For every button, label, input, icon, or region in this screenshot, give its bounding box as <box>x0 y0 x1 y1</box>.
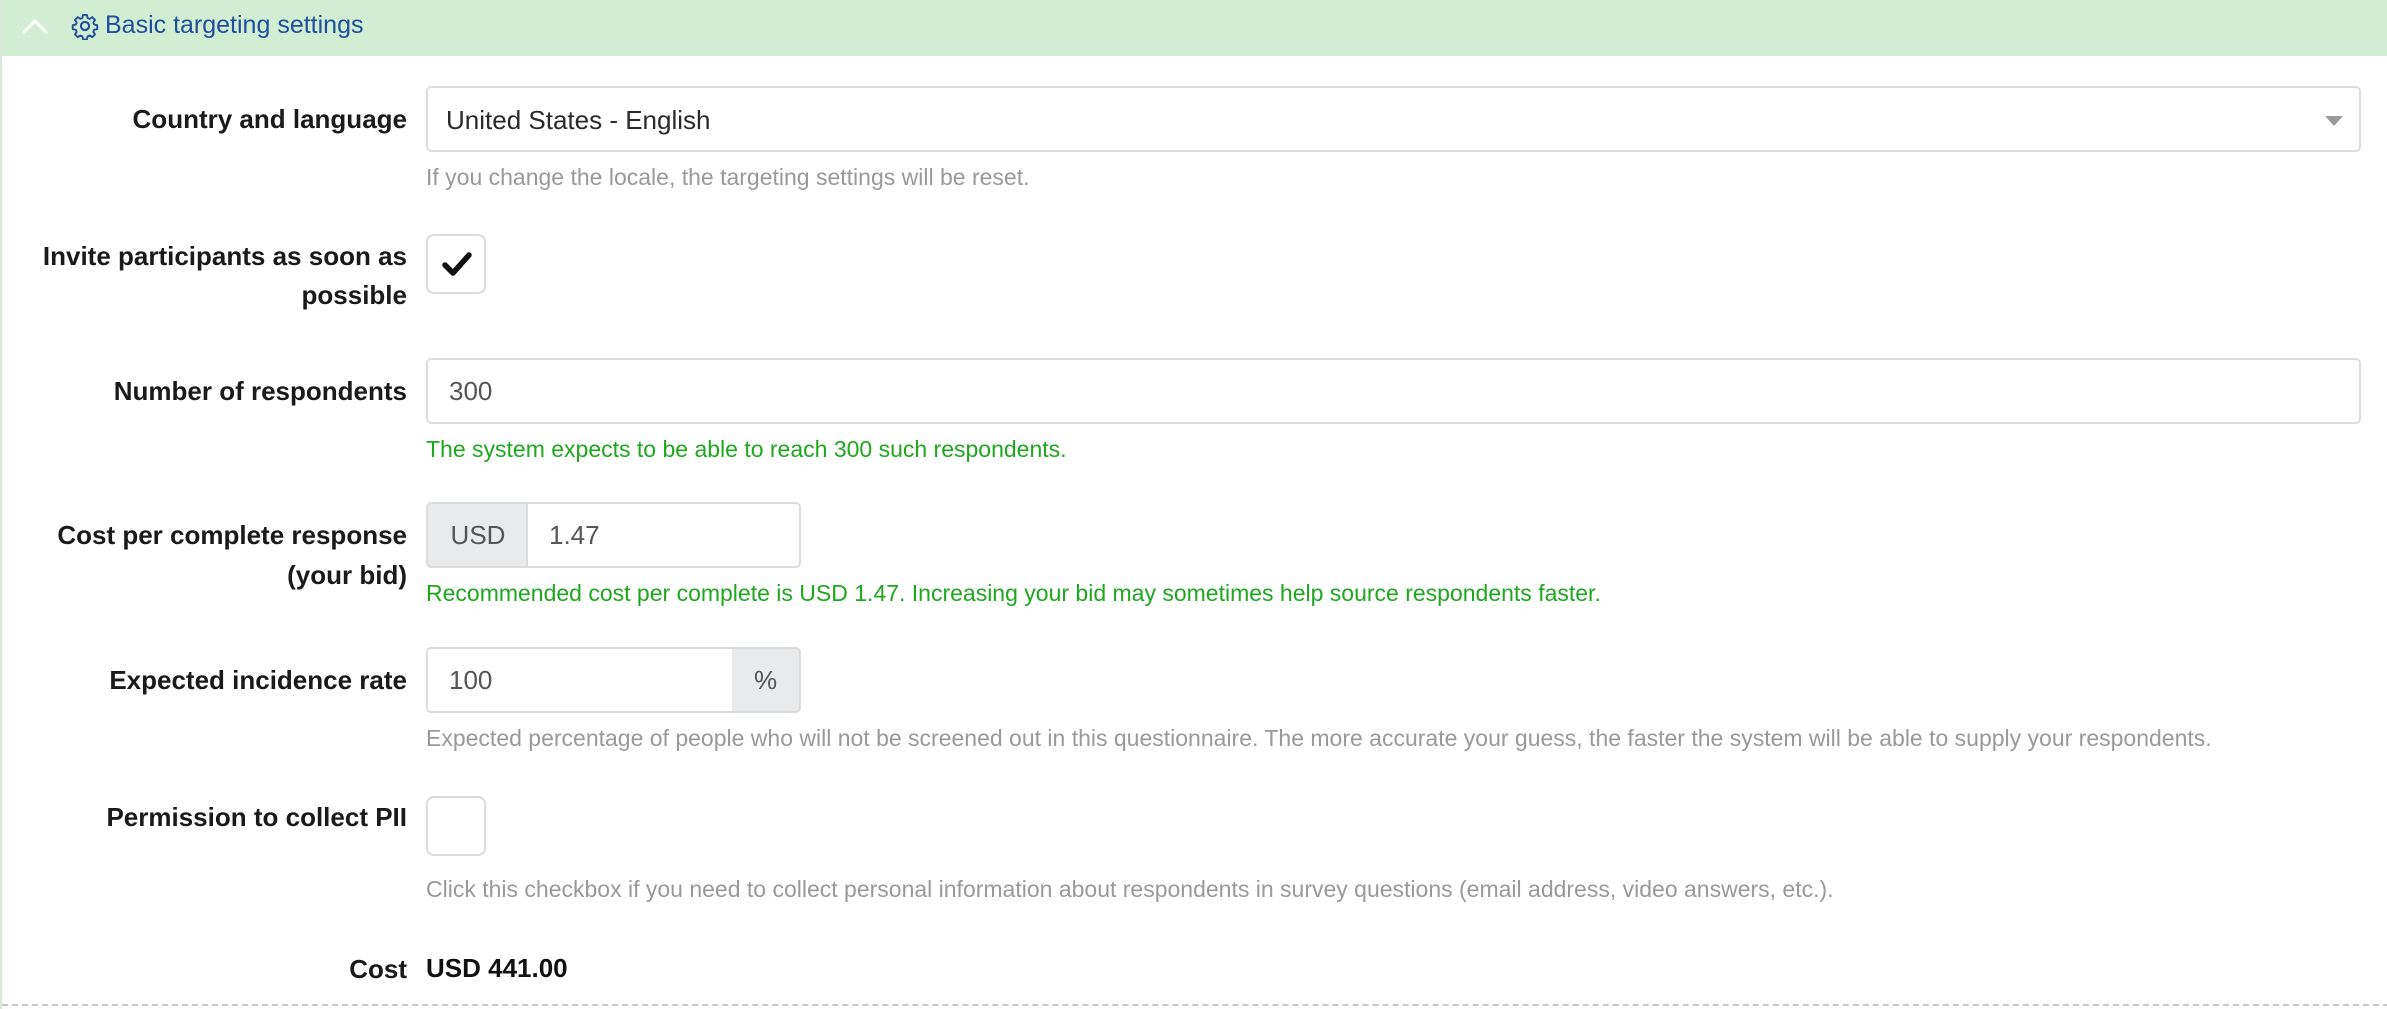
section-header[interactable]: Basic targeting settings <box>2 0 2387 56</box>
cost-per-complete-label-line1: Cost per complete response <box>57 520 407 550</box>
cost-value: USD 441.00 <box>426 953 568 983</box>
respondents-input[interactable] <box>426 358 2361 424</box>
percent-addon: % <box>732 647 801 713</box>
incidence-rate-input[interactable] <box>426 647 734 713</box>
incidence-rate-label: Expected incidence rate <box>109 665 407 695</box>
chevron-down-icon <box>2325 116 2343 126</box>
pii-checkbox[interactable] <box>426 796 486 856</box>
cost-label: Cost <box>349 954 407 984</box>
respondents-label: Number of respondents <box>113 376 407 406</box>
section-title[interactable]: Basic targeting settings <box>105 10 363 40</box>
country-language-label: Country and language <box>132 104 407 134</box>
country-language-help: If you change the locale, the targeting … <box>426 164 1030 190</box>
section-divider <box>2 1004 2387 1006</box>
country-language-select[interactable]: United States - English <box>426 86 2361 152</box>
cost-per-complete-input[interactable] <box>526 502 801 568</box>
respondents-help: The system expects to be able to reach 3… <box>426 436 1067 462</box>
gear-icon <box>71 13 99 40</box>
pii-help: Click this checkbox if you need to colle… <box>426 876 1834 902</box>
invite-asap-checkbox[interactable] <box>426 234 486 294</box>
invite-asap-label-line2: possible <box>301 280 407 310</box>
currency-addon: USD <box>426 502 528 568</box>
checkmark-icon <box>442 252 472 276</box>
incidence-rate-help: Expected percentage of people who will n… <box>426 725 2212 751</box>
targeting-panel: Basic targeting settings Country and lan… <box>0 0 2387 1009</box>
chevron-up-icon[interactable] <box>20 12 50 42</box>
country-language-value: United States - English <box>446 105 711 135</box>
cost-per-complete-help: Recommended cost per complete is USD 1.4… <box>426 580 1601 606</box>
cost-per-complete-label-line2: (your bid) <box>287 560 407 590</box>
pii-label: Permission to collect PII <box>106 802 407 832</box>
invite-asap-label-line1: Invite participants as soon as <box>42 241 407 271</box>
